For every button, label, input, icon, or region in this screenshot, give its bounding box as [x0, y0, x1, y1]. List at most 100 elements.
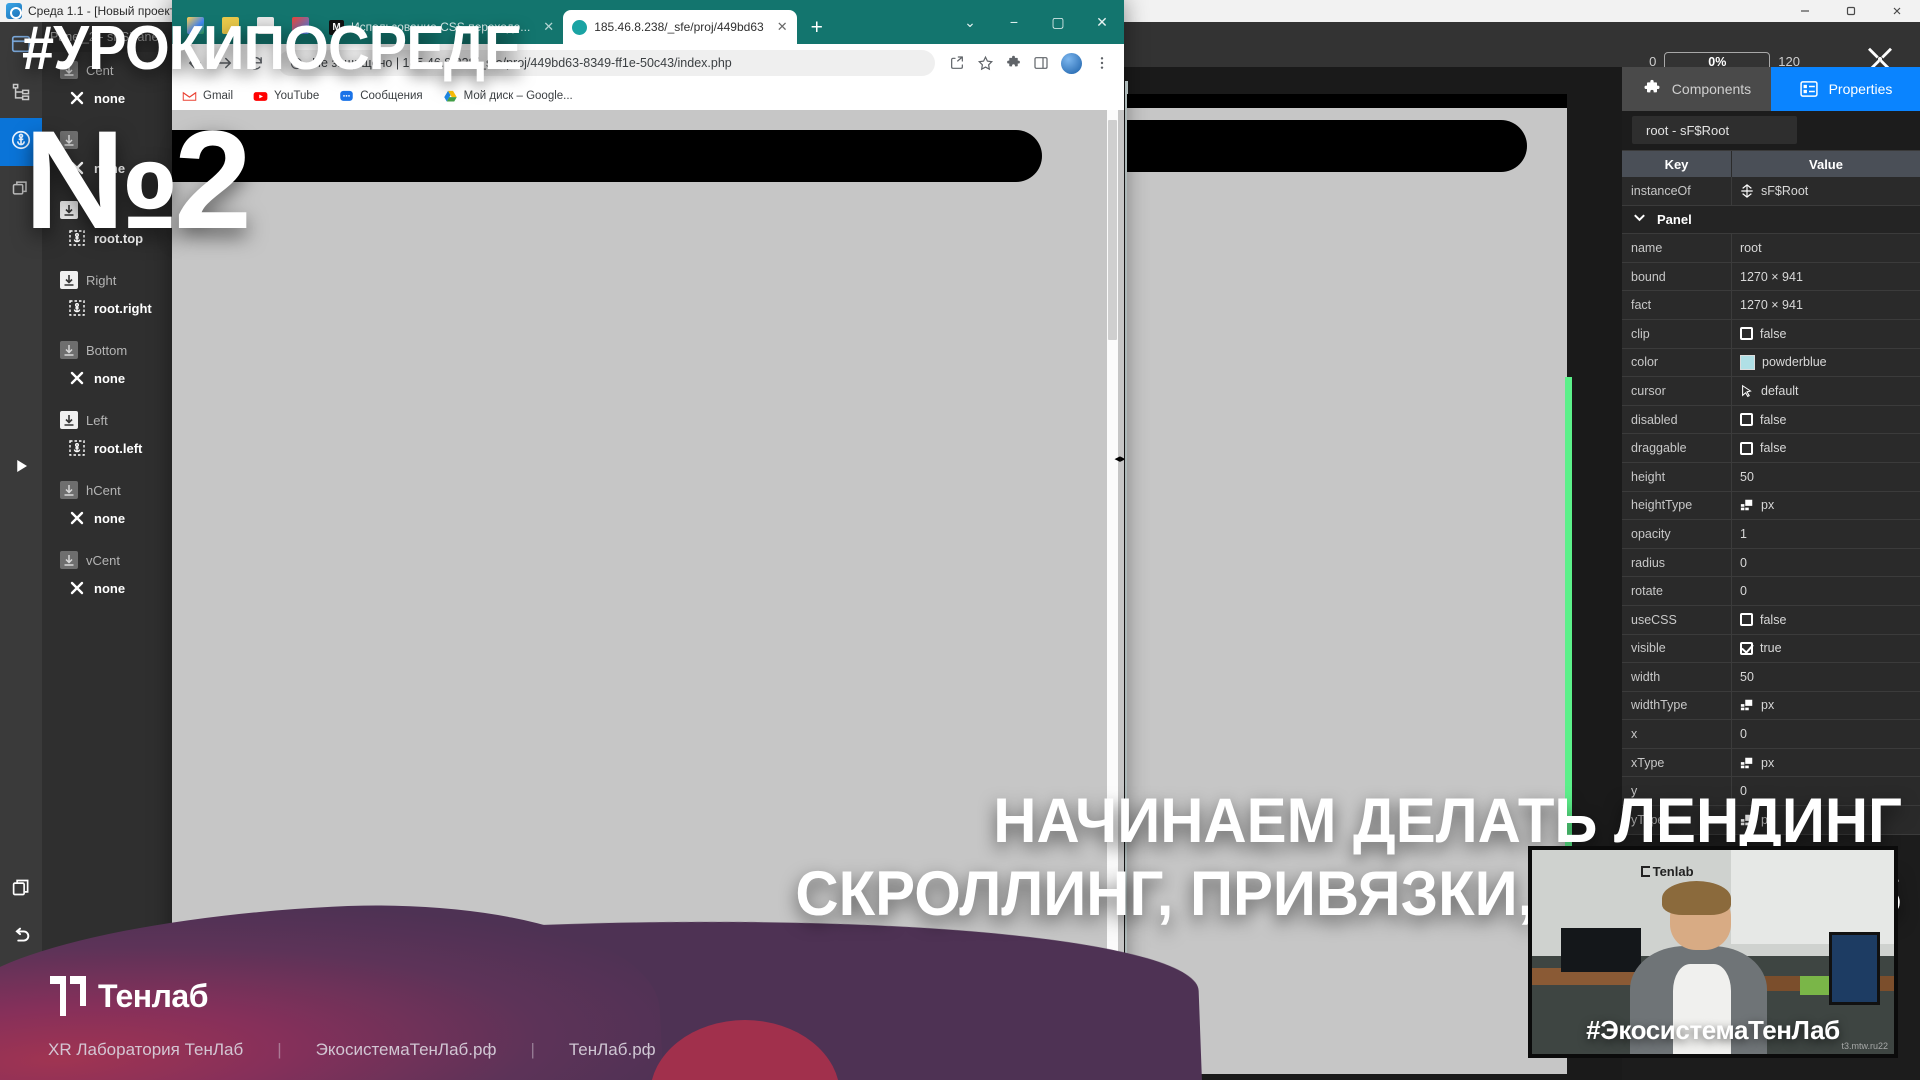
row-value: 1 [1740, 526, 1747, 541]
table-row[interactable]: draggable false [1622, 434, 1920, 463]
row-key: clip [1622, 319, 1732, 348]
color-swatch[interactable] [1740, 354, 1755, 370]
tenlab-logo-icon [48, 974, 88, 1018]
row-value-text: sF$Root [1761, 183, 1809, 198]
row-value: px [1732, 749, 1920, 777]
anchor-slot-icon [60, 481, 78, 499]
checkbox-icon[interactable] [1740, 327, 1753, 341]
menu-icon[interactable] [1088, 49, 1116, 77]
anchor-value-bottom[interactable]: none [42, 364, 172, 392]
maximize-button[interactable] [1828, 0, 1874, 22]
anchor-value-left[interactable]: root.left [42, 434, 172, 462]
table-section-panel[interactable]: Panel [1622, 205, 1920, 235]
anchor-label: Right [86, 272, 117, 288]
profile-avatar[interactable] [1061, 52, 1082, 74]
bookmark-gdrive[interactable]: Мой диск – Google... [443, 89, 573, 104]
close-icon[interactable]: ✕ [777, 19, 788, 35]
window-controls [1782, 0, 1920, 22]
tab-components[interactable]: Components [1622, 67, 1771, 111]
row-value-text: px [1761, 755, 1775, 770]
table-row[interactable]: width 50 [1622, 663, 1920, 692]
star-icon[interactable] [971, 49, 999, 77]
brand-links: XR Лаборатория ТенЛаб | ЭкосистемаТенЛаб… [48, 1040, 656, 1060]
row-key: useCSS [1622, 605, 1732, 634]
tab-favicon [572, 19, 588, 35]
anchor-label: Bottom [86, 342, 128, 358]
table-row[interactable]: opacity 1 [1622, 520, 1920, 549]
close-button[interactable] [1874, 0, 1920, 22]
table-row[interactable]: disabled false [1622, 405, 1920, 435]
row-key: bound [1622, 262, 1732, 291]
anchor-slot-icon [60, 271, 78, 289]
overlay-lesson-number: №2 [24, 101, 252, 258]
overlay-hashtag: #УРОКИПОСРЕДЕ [22, 14, 522, 83]
row-value: 1270 × 941 [1740, 269, 1803, 284]
resize-handle[interactable]: ◂▸ [1112, 450, 1124, 466]
share-icon[interactable] [943, 49, 971, 77]
table-row[interactable]: cursor default [1622, 377, 1920, 406]
table-row[interactable]: x 0 [1622, 720, 1920, 749]
anchor-row-bottom[interactable]: Bottom [42, 336, 172, 364]
browser-minimize-button[interactable]: − [992, 14, 1036, 30]
bookmark-youtube[interactable]: YouTube [253, 89, 319, 104]
anchor-value-right[interactable]: root.right [42, 294, 172, 322]
pip-monitor-right [1828, 931, 1880, 1006]
row-value: 0 [1740, 555, 1747, 570]
checkbox-icon[interactable] [1740, 613, 1753, 627]
table-row[interactable]: rotate 0 [1622, 577, 1920, 606]
row-key: name [1622, 234, 1732, 262]
new-tab-button[interactable]: + [797, 17, 837, 44]
minimize-button[interactable] [1782, 0, 1828, 22]
anchor-row-hcent[interactable]: hCent [42, 476, 172, 504]
table-row[interactable]: clip false [1622, 319, 1920, 349]
table-row[interactable]: radius 0 [1622, 548, 1920, 578]
browser-maximize-button[interactable]: ▢ [1036, 14, 1080, 31]
anchor-value-vcent[interactable]: none [42, 574, 172, 602]
canvas-header-block[interactable] [1127, 120, 1527, 172]
table-row[interactable]: name root [1622, 234, 1920, 263]
table-row[interactable]: instanceOf sF$Root [1622, 177, 1920, 206]
anchor-value-label: none [94, 510, 126, 526]
bookmark-messages[interactable]: Сообщения [339, 89, 423, 104]
scrollbar-thumb[interactable] [1108, 120, 1117, 340]
table-row[interactable]: height 50 [1622, 462, 1920, 492]
table-row[interactable]: color powderblue [1622, 348, 1920, 378]
brand-link-3[interactable]: ТенЛаб.рф [569, 1040, 656, 1060]
anchor-row-vcent[interactable]: vCent [42, 546, 172, 574]
extensions-icon[interactable] [999, 49, 1027, 77]
table-row[interactable]: xType px [1622, 748, 1920, 778]
rail-item-play[interactable] [0, 444, 42, 492]
checkbox-icon[interactable] [1740, 413, 1753, 427]
checkbox-icon[interactable] [1740, 441, 1753, 455]
row-value: root [1740, 240, 1762, 255]
row-value: default [1732, 377, 1920, 405]
browser-close-button[interactable]: ✕ [1080, 14, 1124, 31]
table-row[interactable]: bound 1270 × 941 [1622, 262, 1920, 292]
row-value: false [1732, 434, 1920, 462]
sidepanel-icon[interactable] [1027, 49, 1055, 77]
close-icon[interactable]: ✕ [543, 19, 554, 35]
anchor-slot-icon [60, 341, 78, 359]
anchor-row-right[interactable]: Right [42, 266, 172, 294]
brand-link-1[interactable]: XR Лаборатория ТенЛаб [48, 1040, 243, 1060]
table-row[interactable]: fact 1270 × 941 [1622, 291, 1920, 320]
table-row[interactable]: widthType px [1622, 691, 1920, 721]
bookmark-label: Сообщения [360, 90, 423, 102]
instance-icon [1740, 183, 1754, 198]
anchor-value-hcent[interactable]: none [42, 504, 172, 532]
tab-search-chevron-icon[interactable]: ⌄ [948, 14, 992, 31]
row-value-text: px [1761, 698, 1775, 713]
pip-wall-logo: Tenlab [1640, 864, 1694, 879]
tab-properties[interactable]: Properties [1771, 67, 1920, 111]
brand-link-2[interactable]: ЭкосистемаТенЛаб.рф [316, 1040, 497, 1060]
pip-person-hair [1662, 880, 1732, 916]
row-key: opacity [1622, 520, 1732, 548]
anchor-row-left[interactable]: Left [42, 406, 172, 434]
browser-tab-2[interactable]: 185.46.8.238/_sfe/proj/449bd63 ✕ [563, 10, 797, 44]
checkbox-icon[interactable] [1740, 641, 1753, 655]
table-row[interactable]: visible true [1622, 634, 1920, 664]
table-row[interactable]: heightType px [1622, 491, 1920, 521]
table-row[interactable]: useCSS false [1622, 605, 1920, 635]
page-header-block[interactable] [172, 130, 1042, 182]
pip-wall-right [1731, 850, 1894, 944]
